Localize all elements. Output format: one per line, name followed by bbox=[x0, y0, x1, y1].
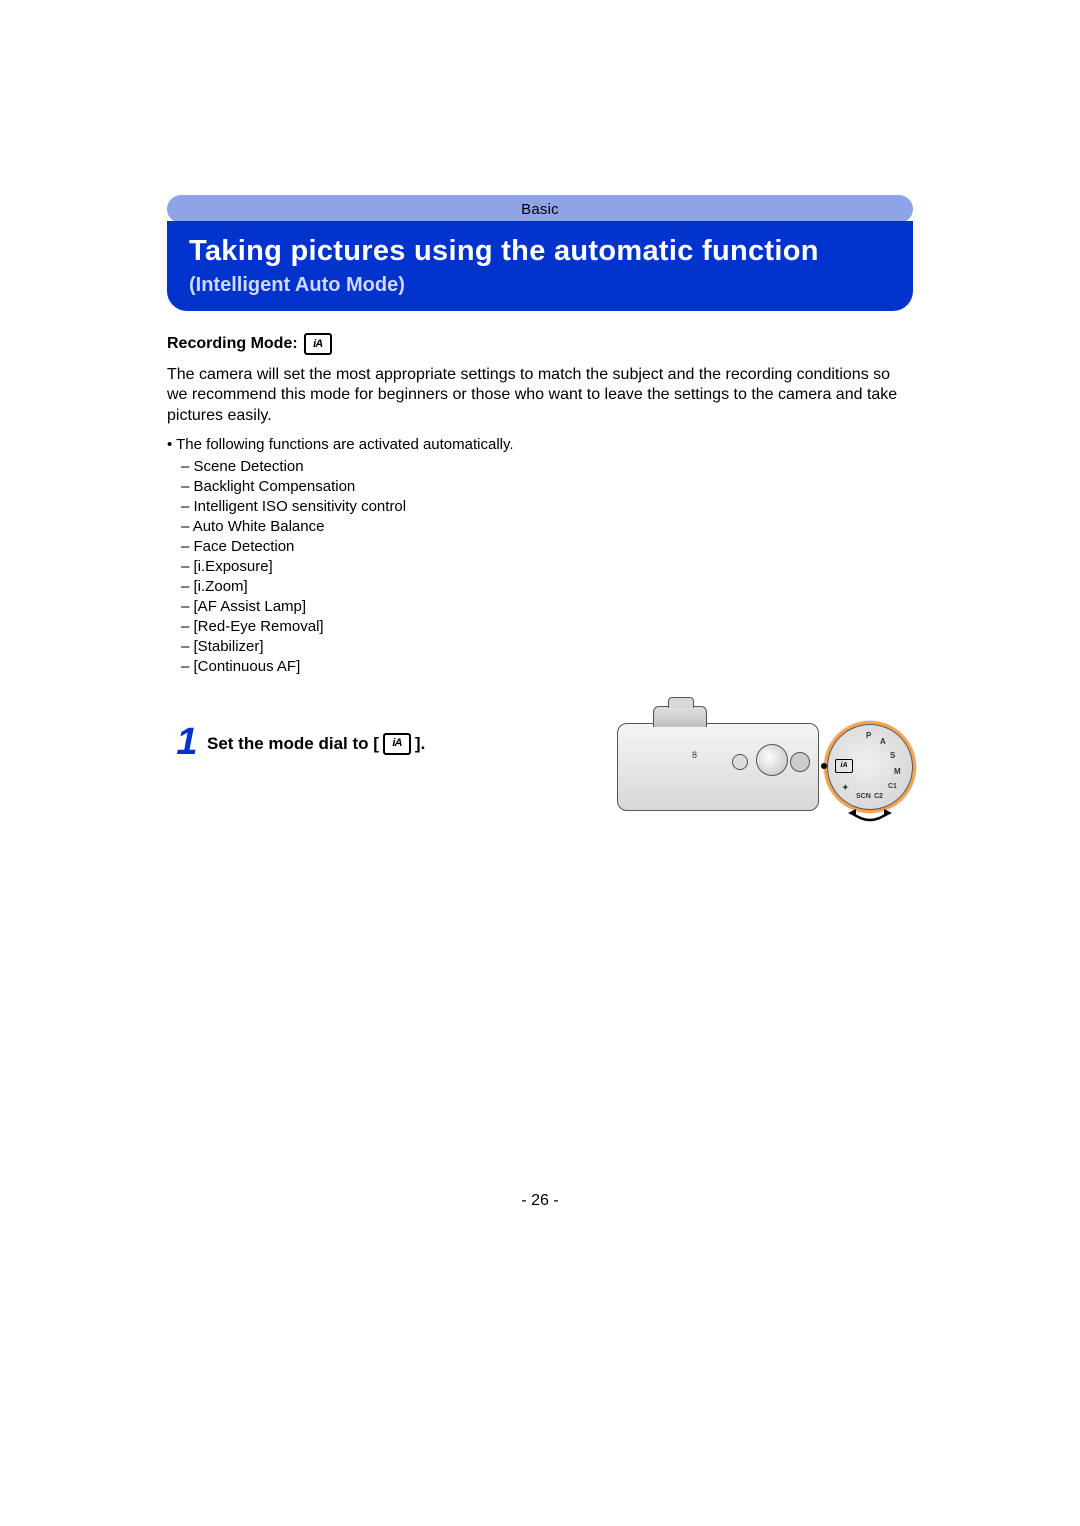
dial-position-m: M bbox=[894, 767, 901, 776]
mode-dial-callout-icon: iA P A S M C1 C2 SCN ✦ bbox=[827, 724, 913, 810]
camera-small-button-icon bbox=[732, 754, 748, 770]
manual-page: Basic Taking pictures using the automati… bbox=[0, 0, 1080, 1526]
step-text-after: ]. bbox=[415, 734, 425, 754]
dial-position-scn: SCN bbox=[856, 793, 871, 800]
list-item: Auto White Balance bbox=[181, 517, 913, 537]
step-text-before: Set the mode dial to [ bbox=[207, 734, 379, 754]
list-item: [Stabilizer] bbox=[181, 637, 913, 657]
dial-position-s: S bbox=[890, 751, 895, 760]
step-1-row: 1 Set the mode dial to [ iA ]. 8 iA P A … bbox=[167, 723, 913, 811]
section-title-block: Taking pictures using the automatic func… bbox=[167, 221, 913, 311]
camera-top-illustration: 8 iA P A S M C1 C2 SCN ✦ bbox=[617, 723, 913, 811]
auto-functions-intro: • The following functions are activated … bbox=[167, 436, 913, 453]
camera-shutter-icon bbox=[756, 744, 788, 776]
camera-lens-icon bbox=[653, 706, 707, 727]
dial-position-c2: C2 bbox=[874, 793, 883, 800]
section-subtitle: (Intelligent Auto Mode) bbox=[189, 274, 891, 297]
list-item: [i.Zoom] bbox=[181, 577, 913, 597]
list-item: [Red-Eye Removal] bbox=[181, 617, 913, 637]
step-number: 1 bbox=[167, 723, 207, 761]
step-instruction: Set the mode dial to [ iA ]. bbox=[207, 723, 617, 755]
camera-body-label: 8 bbox=[692, 750, 697, 760]
camera-dial-icon bbox=[790, 752, 810, 772]
section-title: Taking pictures using the automatic func… bbox=[189, 235, 891, 268]
dial-index-dot-icon bbox=[821, 763, 827, 769]
list-item: Face Detection bbox=[181, 537, 913, 557]
recording-mode-line: Recording Mode: iA bbox=[167, 333, 913, 355]
list-item: [i.Exposure] bbox=[181, 557, 913, 577]
dial-rotate-arrows-icon bbox=[848, 807, 892, 825]
list-item: Intelligent ISO sensitivity control bbox=[181, 497, 913, 517]
dial-position-a: A bbox=[880, 737, 886, 746]
intelligent-auto-icon: iA bbox=[304, 333, 332, 355]
page-number: - 26 - bbox=[0, 1192, 1080, 1210]
auto-functions-list: Scene Detection Backlight Compensation I… bbox=[167, 457, 913, 676]
dial-position-c1: C1 bbox=[888, 783, 897, 790]
recording-mode-label: Recording Mode: bbox=[167, 335, 298, 353]
intro-paragraph: The camera will set the most appropriate… bbox=[167, 365, 913, 426]
list-item: [AF Assist Lamp] bbox=[181, 597, 913, 617]
list-item: [Continuous AF] bbox=[181, 657, 913, 677]
intelligent-auto-icon: iA bbox=[383, 733, 411, 755]
list-item: Backlight Compensation bbox=[181, 477, 913, 497]
chapter-pill: Basic bbox=[167, 195, 913, 223]
dial-position-creative: ✦ bbox=[842, 783, 849, 792]
dial-position-p: P bbox=[866, 731, 871, 740]
list-item: Scene Detection bbox=[181, 457, 913, 477]
dial-ia-position-icon: iA bbox=[835, 759, 853, 773]
camera-body-icon: 8 bbox=[617, 723, 819, 811]
